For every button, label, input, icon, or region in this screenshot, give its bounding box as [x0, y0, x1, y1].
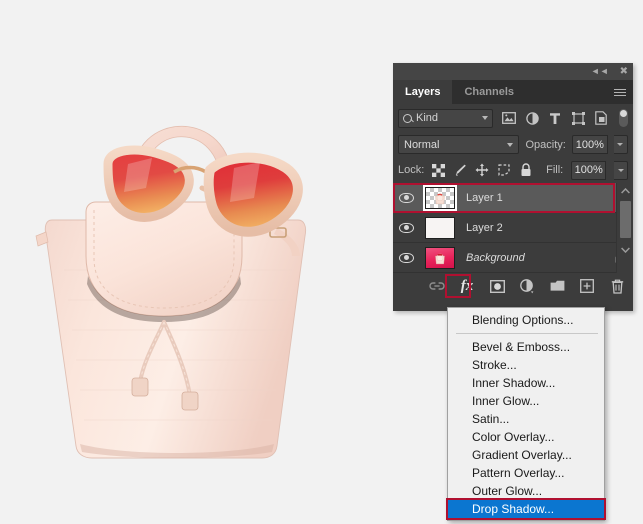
menu-item-bevel-emboss[interactable]: Bevel & Emboss...: [448, 338, 604, 356]
panel-menu-icon[interactable]: [614, 87, 626, 98]
filter-type-icons[interactable]: [502, 109, 628, 127]
layers-list[interactable]: Layer 1 Layer 2 Background: [393, 183, 633, 273]
lock-artboard-nesting-icon[interactable]: [497, 163, 511, 177]
blend-mode-select[interactable]: Normal: [398, 135, 520, 154]
layer-thumbnail: [425, 216, 455, 239]
chevron-down-icon: [617, 168, 624, 172]
eye-icon: [399, 222, 414, 233]
layer-visibility-toggle[interactable]: [393, 252, 420, 263]
layer-thumbnail-cell[interactable]: [420, 246, 460, 269]
layer-name-label: Layer 2: [466, 221, 503, 234]
layer-thumbnail: [425, 186, 455, 209]
fill-value[interactable]: 100%: [571, 160, 607, 180]
tab-channels[interactable]: Channels: [452, 80, 526, 104]
scroll-up-arrow-icon[interactable]: [617, 183, 633, 198]
fill-label: Fill:: [546, 164, 564, 176]
fx-add-layer-style-icon[interactable]: fx: [459, 278, 475, 294]
adjustment-layer-filter-icon[interactable]: [525, 111, 539, 125]
layer-visibility-toggle[interactable]: [393, 192, 420, 203]
layer-visibility-toggle[interactable]: [393, 222, 420, 233]
new-fill-adjustment-layer-icon[interactable]: [519, 278, 535, 294]
chevron-down-icon: [507, 142, 514, 147]
eye-icon: [399, 252, 414, 263]
add-layer-mask-icon[interactable]: [489, 278, 505, 294]
search-icon: [403, 113, 412, 123]
lock-image-pixels-icon[interactable]: [453, 163, 467, 177]
layers-scrollbar[interactable]: [616, 183, 633, 273]
tab-layers-label: Layers: [405, 86, 441, 98]
filter-kind-label: Kind: [416, 112, 439, 124]
opacity-stepper[interactable]: [613, 135, 628, 154]
collapse-double-arrow-icon[interactable]: ◄◄: [591, 67, 609, 76]
menu-item-drop-shadow-label: Drop Shadow...: [472, 502, 555, 516]
panel-tab-strip[interactable]: Layers Channels: [393, 80, 633, 104]
menu-item-color-overlay[interactable]: Color Overlay...: [448, 428, 604, 446]
tab-channels-label: Channels: [464, 86, 514, 98]
type-layer-filter-icon[interactable]: [548, 111, 562, 125]
tab-strip-filler: [526, 80, 633, 104]
panel-title-bar: ◄◄ ✖: [393, 63, 633, 80]
menu-item-inner-shadow[interactable]: Inner Shadow...: [448, 374, 604, 392]
layer-row-background[interactable]: Background: [393, 243, 633, 273]
screen-root: ◄◄ ✖ Layers Channels Kind Normal Opacity…: [0, 0, 643, 524]
opacity-label: Opacity:: [525, 138, 566, 151]
tab-layers[interactable]: Layers: [393, 80, 453, 104]
layers-panel[interactable]: ◄◄ ✖ Layers Channels Kind Normal Opacity…: [393, 63, 633, 311]
new-group-icon[interactable]: [549, 278, 565, 294]
thumbnail-artwork: [435, 193, 445, 204]
layer-row-1[interactable]: Layer 1: [393, 183, 633, 213]
chevron-down-icon: [482, 116, 488, 120]
scrollbar-thumb[interactable]: [620, 201, 631, 238]
delete-layer-icon[interactable]: [609, 278, 625, 294]
layer-style-context-menu[interactable]: Blending Options... Bevel & Emboss... St…: [446, 307, 606, 521]
smart-object-filter-icon[interactable]: [594, 111, 608, 125]
menu-separator: [456, 333, 598, 334]
menu-item-pattern-overlay[interactable]: Pattern Overlay...: [448, 464, 604, 482]
layer-row-2[interactable]: Layer 2: [393, 213, 633, 243]
menu-item-satin[interactable]: Satin...: [448, 410, 604, 428]
lock-label: Lock:: [398, 164, 425, 176]
layer-name-label: Background: [466, 251, 525, 264]
blend-mode-value: Normal: [404, 138, 440, 151]
menu-item-drop-shadow[interactable]: Drop Shadow...: [446, 498, 606, 520]
thumbnail-artwork: [435, 253, 445, 264]
lock-row[interactable]: Lock: Fill: 100%: [393, 157, 633, 183]
new-layer-icon[interactable]: [579, 278, 595, 294]
layer-thumbnail-cell[interactable]: [420, 216, 460, 239]
lock-position-icon[interactable]: [475, 163, 489, 177]
layers-panel-bottom-toolbar[interactable]: fx: [393, 273, 633, 299]
scroll-down-arrow-icon[interactable]: [617, 242, 634, 257]
layer-filter-row[interactable]: Kind: [393, 104, 633, 132]
fx-label: fx: [460, 277, 474, 294]
layer-thumbnail: [425, 246, 455, 269]
fill-stepper[interactable]: [614, 160, 628, 180]
blend-mode-row[interactable]: Normal Opacity: 100%: [393, 132, 633, 157]
document-canvas[interactable]: [0, 0, 400, 524]
lock-transparent-pixels-icon[interactable]: [432, 163, 446, 177]
eye-icon: [399, 192, 414, 203]
filter-enable-toggle[interactable]: [619, 109, 628, 127]
close-icon[interactable]: ✖: [620, 66, 628, 77]
shape-layer-filter-icon[interactable]: [571, 111, 585, 125]
opacity-value[interactable]: 100%: [571, 135, 608, 154]
link-layers-icon[interactable]: [429, 278, 445, 294]
menu-item-blending-options[interactable]: Blending Options...: [448, 311, 604, 329]
chevron-down-icon: [617, 143, 624, 146]
pixel-layer-filter-icon[interactable]: [502, 111, 516, 125]
menu-item-inner-glow[interactable]: Inner Glow...: [448, 392, 604, 410]
menu-item-stroke[interactable]: Stroke...: [448, 356, 604, 374]
filter-kind-select[interactable]: Kind: [398, 108, 493, 128]
lock-all-icon[interactable]: [519, 163, 532, 177]
menu-item-outer-glow[interactable]: Outer Glow...: [448, 482, 604, 500]
layer-thumbnail-cell[interactable]: [420, 186, 460, 209]
layer-name-label: Layer 1: [466, 191, 503, 204]
artwork-backpack-image: [24, 60, 344, 480]
menu-item-gradient-overlay[interactable]: Gradient Overlay...: [448, 446, 604, 464]
